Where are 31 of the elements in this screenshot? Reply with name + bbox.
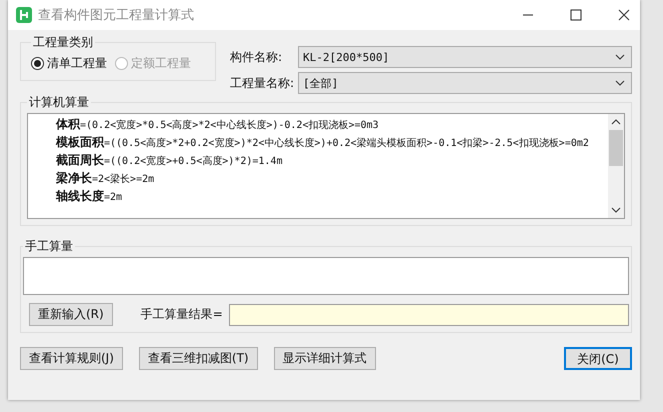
formula-line: 体积=(0.2<宽度>*0.5<高度>*2<中心线长度>)-0.2<扣现浇板>=0m3 — [54, 116, 380, 133]
chevron-down-icon — [615, 80, 625, 86]
dropdown-field[interactable]: KL-2[200*500] — [298, 46, 632, 68]
window-title: 查看构件图元工程量计算式 — [38, 7, 194, 24]
group-legend: 手工算量 — [23, 238, 75, 255]
maximize-icon[interactable] — [570, 9, 582, 21]
radio-option[interactable]: 清单工程量 — [31, 55, 107, 72]
group-legend: 工程量类别 — [31, 34, 95, 51]
formula-text-area[interactable]: 体积=(0.2<宽度>*0.5<高度>*2<中心线长度>)-0.2<扣现浇板>=0m3 模板面积=((0.5<高度>*2+0.2<宽度>)*2<中心线长度>)+0.2<梁端头模板面积>-0.1<扣梁>-2.5<扣现浇板>=0m2 截面周长=((0.2<宽度>+0.5<高度>)*2)=1.4m 梁净长=2<梁长>=2m 轴线长度=2m — [27, 113, 625, 219]
dialog-button[interactable]: 查看三维扣减图(T) — [138, 347, 258, 370]
field-label: 工程量名称: — [230, 74, 296, 92]
formula-line: 模板面积=((0.5<高度>*2+0.2<宽度>)*2<中心线长度>)+0.2<梁端头模板面积>-0.1<扣梁>-2.5<扣现浇板>=0m2 — [54, 134, 590, 151]
vertical-scrollbar[interactable] — [608, 114, 624, 218]
formula-line: 轴线长度=2m — [54, 188, 124, 205]
scroll-down-icon[interactable] — [611, 206, 621, 214]
result-label: 手工算量结果= — [140, 306, 223, 323]
group-legend: 计算机算量 — [27, 94, 91, 111]
dropdown-field[interactable]: [全部] — [298, 72, 632, 94]
field-label: 构件名称: — [230, 48, 284, 66]
scroll-up-icon[interactable] — [611, 118, 621, 126]
reinput-button[interactable]: 重新输入(R) — [29, 303, 113, 326]
manual-input-field[interactable] — [23, 257, 629, 295]
close-icon[interactable] — [618, 9, 630, 21]
dialog-button[interactable]: 查看计算规则(J) — [20, 347, 123, 370]
dialog-button[interactable]: 关闭(C) — [564, 347, 632, 370]
app-logo-icon — [16, 7, 32, 23]
dialog-button[interactable]: 显示详细计算式 — [274, 347, 376, 370]
formula-line: 梁净长=2<梁长>=2m — [55, 170, 156, 187]
chevron-down-icon — [615, 54, 625, 60]
result-input-field[interactable] — [228, 304, 629, 326]
formula-line: 截面周长=((0.2<宽度>+0.5<高度>)*2)=1.4m — [55, 152, 284, 169]
